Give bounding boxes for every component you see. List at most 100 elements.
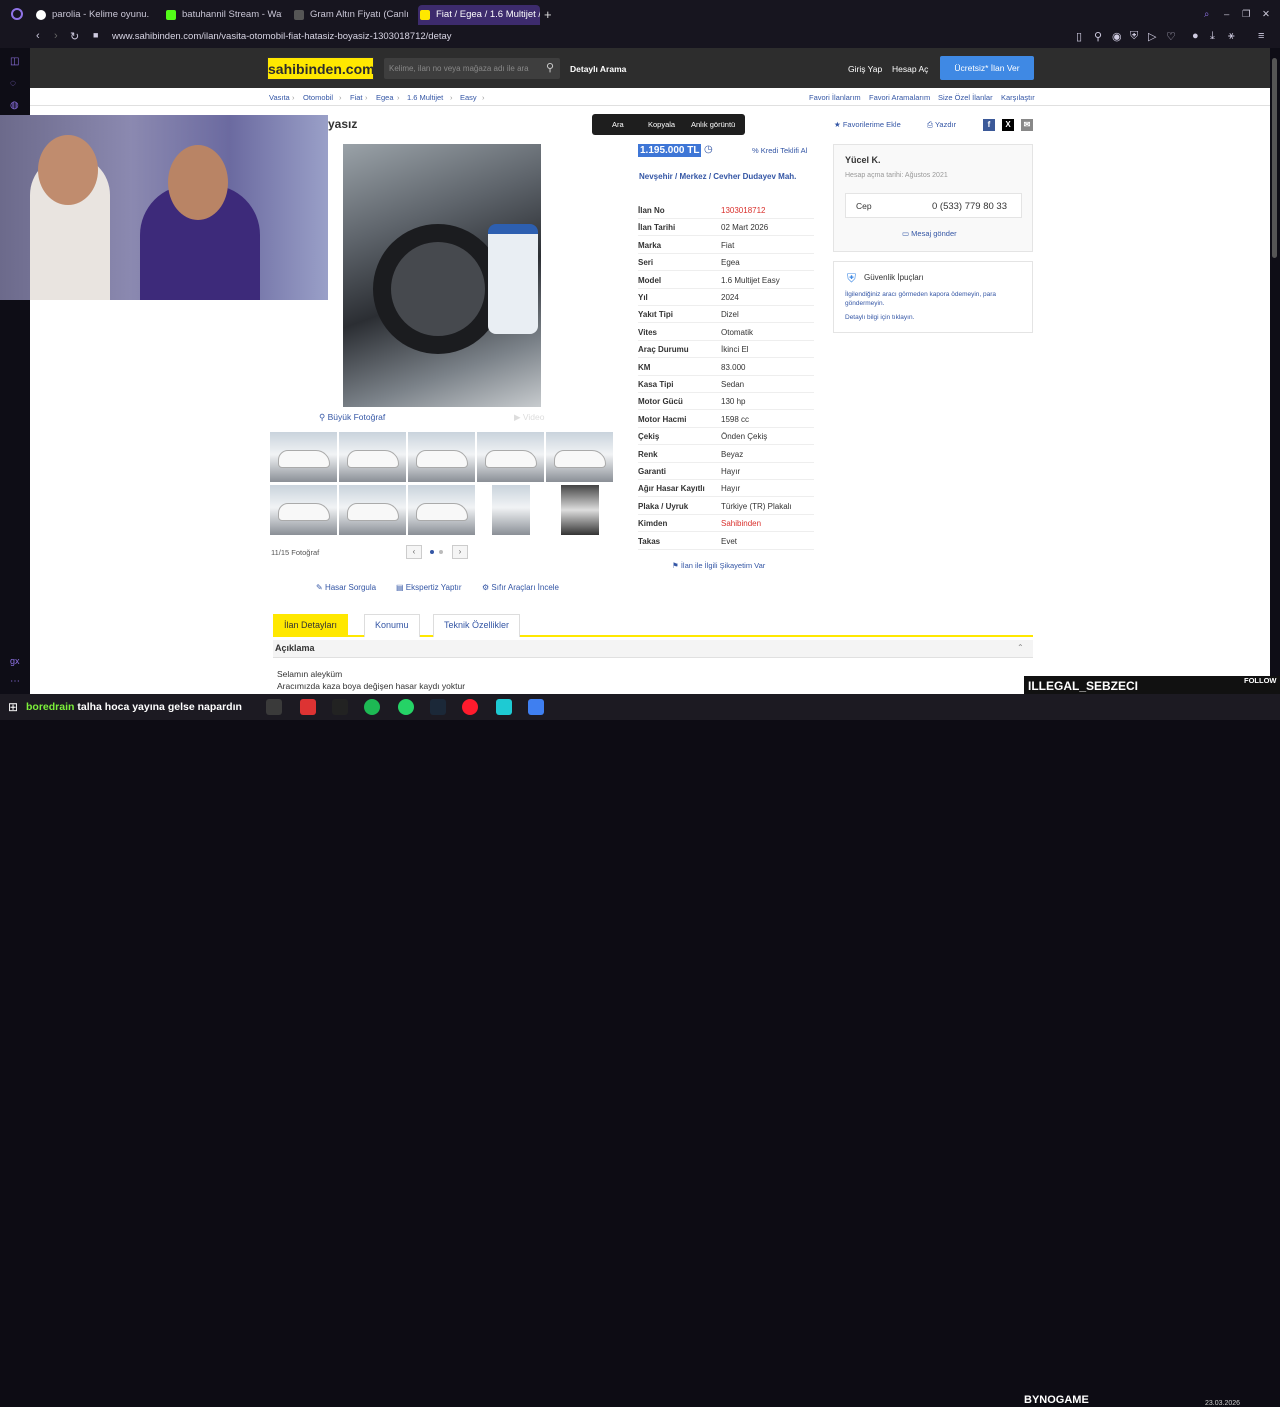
whatsapp-icon[interactable]: [398, 699, 414, 715]
browser-tab[interactable]: batuhannil Stream - Watch: [164, 5, 282, 25]
epic-games-icon[interactable]: [332, 699, 348, 715]
maximize-icon[interactable]: ❐: [1242, 5, 1254, 25]
photo-thumbnail[interactable]: [339, 432, 406, 482]
phone-number[interactable]: 0 (533) 779 80 33: [932, 201, 1007, 212]
x-icon[interactable]: X: [1002, 119, 1014, 131]
mail-icon[interactable]: ✉: [1021, 119, 1033, 131]
download-icon[interactable]: ⤓: [1210, 30, 1215, 43]
favorite-listings-link[interactable]: Favori İlanlarım: [809, 93, 861, 102]
page-dot[interactable]: [439, 550, 443, 554]
pin-icon[interactable]: ⚲: [1094, 30, 1102, 43]
photo-thumbnail[interactable]: [270, 485, 337, 535]
windows-start-icon[interactable]: ⊞: [8, 700, 18, 714]
app-icon[interactable]: [528, 699, 544, 715]
video-link[interactable]: ▶ Video: [514, 412, 545, 423]
scrollbar[interactable]: [1270, 48, 1280, 694]
big-photo-link[interactable]: ⚲ Büyük Fotoğraf: [319, 412, 385, 423]
photo-thumbnail[interactable]: [477, 432, 544, 482]
heart-icon[interactable]: ♡: [1166, 30, 1176, 43]
seller-name[interactable]: Yücel K.: [845, 155, 881, 165]
browser-tab[interactable]: Gram Altın Fiyatı (Canlı GA: [292, 5, 410, 25]
sidebar-icon[interactable]: ▯: [1076, 30, 1082, 43]
search-input[interactable]: Kelime, ilan no veya mağaza adı ile ara ⚲: [384, 58, 560, 79]
photo-thumbnail[interactable]: [408, 485, 475, 535]
tips-link[interactable]: Detaylı bilgi için tıklayın.: [845, 314, 914, 321]
tab-technical[interactable]: Teknik Özellikler: [433, 614, 521, 637]
url-field[interactable]: www.sahibinden.com/ilan/vasita-otomobil-…: [112, 31, 452, 42]
special-listings-link[interactable]: Size Özel İlanlar: [938, 93, 993, 102]
price-history-icon[interactable]: ◷: [704, 144, 713, 155]
app-icon[interactable]: [496, 699, 512, 715]
print-link[interactable]: ⎙ Yazdır: [927, 120, 956, 130]
damage-query-link[interactable]: ✎ Hasar Sorgula: [316, 583, 376, 592]
register-link[interactable]: Hesap Aç: [892, 64, 928, 74]
new-tab-icon[interactable]: +: [544, 5, 558, 25]
login-link[interactable]: Giriş Yap: [848, 64, 882, 74]
game-icon[interactable]: ◍: [10, 100, 19, 111]
ai-icon[interactable]: ⚹: [1228, 30, 1235, 43]
opera-icon[interactable]: [462, 699, 478, 715]
main-photo[interactable]: [343, 144, 541, 407]
tab-listing-details[interactable]: İlan Detayları: [273, 614, 349, 637]
opera-logo-icon[interactable]: [8, 5, 24, 25]
shield-icon[interactable]: ⛨: [1130, 30, 1138, 43]
steam-icon[interactable]: [430, 699, 446, 715]
gx-icon[interactable]: gx: [10, 656, 20, 666]
browser-tab-active[interactable]: Fiat / Egea / 1.6 Multijet / E: [418, 5, 540, 25]
complaint-link[interactable]: ⚑ İlan ile İlgili Şikayetim Var: [672, 561, 765, 570]
credit-offer-link[interactable]: % Kredi Teklifi Al: [752, 146, 807, 155]
forward-icon[interactable]: ›: [54, 30, 58, 42]
photo-thumbnail[interactable]: [339, 485, 406, 535]
new-cars-link[interactable]: ⚙ Sıfır Araçları İncele: [482, 583, 559, 592]
tab-location[interactable]: Konumu: [364, 614, 420, 637]
breadcrumb-item[interactable]: 1.6 Multijet: [407, 93, 443, 102]
menu-search[interactable]: Ara: [612, 120, 624, 129]
search-icon[interactable]: ⚲: [546, 58, 554, 79]
close-icon[interactable]: ✕: [1262, 5, 1274, 25]
advanced-search-link[interactable]: Detaylı Arama: [570, 64, 626, 74]
pdf-icon[interactable]: [300, 699, 316, 715]
photo-thumbnail[interactable]: [561, 485, 599, 535]
next-page-button[interactable]: ›: [452, 545, 468, 559]
facebook-icon[interactable]: f: [983, 119, 995, 131]
compare-link[interactable]: Karşılaştır: [1001, 93, 1035, 102]
breadcrumb-item[interactable]: Vasıta: [269, 93, 290, 102]
menu-copy[interactable]: Kopyala: [648, 120, 675, 129]
page-dot[interactable]: [430, 550, 434, 554]
camera-icon[interactable]: ◉: [1112, 30, 1122, 43]
site-logo[interactable]: sahibinden.com: [267, 57, 375, 80]
detail-value[interactable]: 1303018712: [721, 206, 766, 215]
photo-thumbnail[interactable]: [546, 432, 613, 482]
browser-tab[interactable]: parolia - Kelime oyunu. Gü: [34, 5, 152, 25]
favorite-searches-link[interactable]: Favori Aramalarım: [869, 93, 930, 102]
more-icon[interactable]: ⋯: [10, 676, 20, 687]
post-ad-button[interactable]: Ücretsiz* İlan Ver: [940, 56, 1034, 80]
photo-thumbnail[interactable]: [270, 432, 337, 482]
messenger-icon[interactable]: ◫: [10, 56, 19, 67]
chat-icon[interactable]: ◌: [10, 78, 16, 89]
price[interactable]: 1.195.000 TL: [638, 144, 702, 157]
collapse-icon[interactable]: ⌃: [1017, 643, 1024, 652]
spotify-icon[interactable]: [364, 699, 380, 715]
menu-icon[interactable]: ≡: [1258, 30, 1264, 42]
play-icon[interactable]: ▷: [1148, 30, 1156, 43]
breadcrumb-item[interactable]: Fiat: [350, 93, 363, 102]
minimize-icon[interactable]: –: [1224, 5, 1236, 25]
breadcrumb-item[interactable]: Easy: [460, 93, 477, 102]
detail-value[interactable]: Sahibinden: [721, 519, 761, 528]
photo-thumbnail[interactable]: [408, 432, 475, 482]
menu-snapshot[interactable]: Anlık görüntü: [691, 120, 735, 129]
prev-page-button[interactable]: ‹: [406, 545, 422, 559]
add-favorite-link[interactable]: ★ Favorilerime Ekle: [834, 120, 901, 129]
back-icon[interactable]: ‹: [36, 30, 40, 42]
expertise-link[interactable]: ▤ Ekspertiz Yaptır: [396, 583, 462, 592]
search-icon[interactable]: ⌕: [1204, 5, 1216, 25]
profile-icon[interactable]: ●: [1192, 30, 1199, 42]
location[interactable]: Nevşehir / Merkez / Cevher Dudayev Mah.: [639, 172, 814, 182]
reload-icon[interactable]: ↻: [70, 30, 79, 43]
breadcrumb-item[interactable]: Egea: [376, 93, 394, 102]
photo-thumbnail[interactable]: [492, 485, 530, 535]
breadcrumb-item[interactable]: Otomobil: [303, 93, 333, 102]
xbox-icon[interactable]: [266, 699, 282, 715]
send-message-button[interactable]: ▭ Mesaj gönder: [902, 229, 957, 238]
